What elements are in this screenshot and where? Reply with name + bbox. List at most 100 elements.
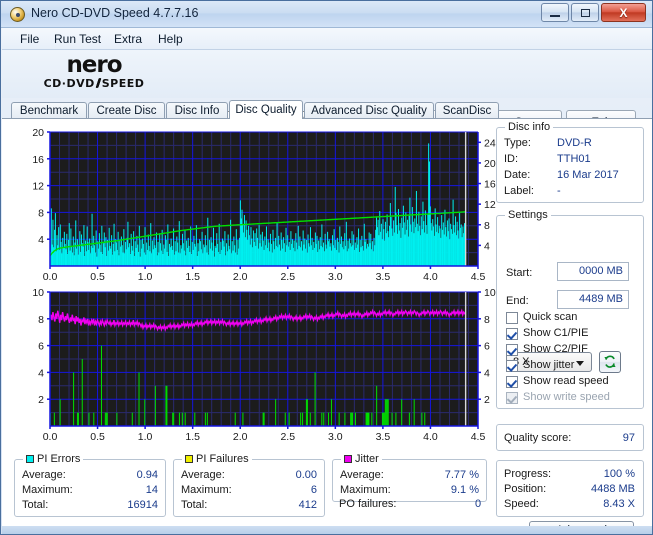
status-strip: [2, 526, 652, 534]
svg-text:20: 20: [32, 127, 44, 139]
show-c2-pif-checkbox-box[interactable]: [506, 344, 518, 356]
disc-date-value: 16 Mar 2017: [557, 169, 619, 181]
show-write-speed-label: Show write speed: [523, 391, 610, 403]
tab-scandisc[interactable]: ScanDisc: [435, 102, 499, 119]
pi-failures-total-value: 412: [298, 499, 317, 511]
speed-value: 8.43 X: [603, 498, 635, 510]
svg-text:8: 8: [38, 314, 44, 326]
nero-logo: nero CD·DVD SPEED: [24, 54, 164, 94]
svg-text:1.0: 1.0: [138, 271, 153, 283]
svg-text:3.5: 3.5: [376, 271, 391, 283]
tab-create-disc[interactable]: Create Disc: [88, 102, 165, 119]
svg-text:8: 8: [484, 220, 490, 232]
disc-date-key: Date:: [504, 169, 531, 181]
pi-errors-stats-title-text: PI Errors: [37, 453, 81, 465]
svg-text:24: 24: [484, 137, 496, 149]
end-address-value: 4489 MB: [578, 293, 623, 305]
svg-text:6: 6: [38, 341, 44, 353]
pi-failures-maximum-value: 6: [310, 484, 317, 496]
tab-benchmark-label: Benchmark: [19, 105, 79, 117]
show-write-speed-checkbox-box: [506, 392, 518, 404]
svg-text:0.5: 0.5: [90, 431, 105, 443]
pi-failures-stats-title-text: PI Failures: [196, 453, 249, 465]
show-c1-pie-label: Show C1/PIE: [523, 327, 589, 339]
svg-text:16: 16: [32, 154, 44, 166]
svg-text:4: 4: [38, 367, 44, 379]
svg-text:2.5: 2.5: [280, 271, 295, 283]
quality-score-value: 97: [622, 432, 635, 444]
start-address-field[interactable]: 0000 MB: [557, 262, 629, 281]
nero-logo-subtitle: CD·DVD SPEED: [24, 77, 164, 90]
quick-scan-checkbox-box[interactable]: [506, 312, 518, 324]
close-button[interactable]: X: [601, 3, 646, 22]
refresh-button[interactable]: [599, 351, 621, 373]
svg-text:12: 12: [32, 181, 44, 193]
svg-text:0.0: 0.0: [43, 431, 58, 443]
tab-disc-quality-label: Disc Quality: [235, 104, 297, 116]
jitter-maximum-key: Maximum:: [340, 484, 391, 496]
svg-text:8: 8: [38, 207, 44, 219]
tab-benchmark[interactable]: Benchmark: [11, 102, 87, 119]
toolbar: nero CD·DVDSPEED [0:0] BENQ DVD DD DW164…: [2, 50, 652, 135]
svg-text:3.5: 3.5: [376, 431, 391, 443]
tab-advanced-disc-quality[interactable]: Advanced Disc Quality: [304, 102, 434, 119]
minimize-button[interactable]: [541, 3, 569, 22]
maximize-icon: [572, 4, 598, 21]
disc-type-value: DVD-R: [557, 137, 592, 149]
pi-failures-stats-title: PI Failures: [182, 453, 252, 465]
pi-errors-chart-svg: 4 8 12 16 20 4 8 12 16 20 24 0.0 0.5 1.0 1.5 2.0 2.5 3.0 3…: [32, 127, 496, 283]
title-bar: Nero CD-DVD Speed 4.7.7.16 X: [1, 1, 652, 28]
tab-disc-info[interactable]: Disc Info: [166, 102, 228, 119]
menu-item-run-test[interactable]: Run Test: [48, 31, 107, 47]
disc-id-value: TTH01: [557, 153, 591, 165]
pi-failures-maximum-key: Maximum:: [181, 484, 232, 496]
quality-score-label: Quality score:: [504, 432, 572, 444]
menu-item-file[interactable]: File: [14, 31, 45, 47]
disc-label-value: -: [557, 185, 561, 197]
po-failures-key: PO failures:: [339, 498, 397, 510]
start-address-label: Start:: [506, 267, 533, 279]
po-failures-value: 0: [475, 498, 482, 510]
jitter-average-key: Average:: [340, 469, 384, 481]
menu-item-extra[interactable]: Extra: [108, 31, 148, 47]
pi-errors-maximum-key: Maximum:: [22, 484, 73, 496]
tab-create-disc-label: Create Disc: [96, 105, 157, 117]
pi-failures-average-key: Average:: [181, 469, 225, 481]
svg-text:8: 8: [484, 314, 490, 326]
quick-scan-label: Quick scan: [523, 311, 578, 323]
show-jitter-checkbox-box[interactable]: [506, 360, 518, 372]
tab-disc-info-label: Disc Info: [174, 105, 220, 117]
jitter-stats-title: Jitter: [341, 453, 382, 465]
show-read-speed-checkbox-box[interactable]: [506, 376, 518, 388]
pi-failures-jitter-chart-svg: 2 4 6 8 10 2 4 6 8 10 0.0 0.5 1.0 1.5 2.0 2.5 3.0 3.5 4.0 4…: [32, 287, 496, 443]
menu-item-help[interactable]: Help: [152, 31, 189, 47]
tab-disc-quality[interactable]: Disc Quality: [229, 100, 303, 119]
svg-text:0.0: 0.0: [43, 271, 58, 283]
chevron-down-icon: [576, 361, 584, 366]
jitter-legend-swatch: [344, 455, 352, 463]
svg-text:2.0: 2.0: [233, 431, 248, 443]
svg-text:4.5: 4.5: [471, 271, 486, 283]
close-icon: X: [619, 5, 628, 20]
svg-text:4: 4: [38, 234, 44, 246]
show-c1-pie-checkbox-box[interactable]: [506, 328, 518, 340]
progress-group: Progress: 100 % Position: 4488 MB Speed:…: [496, 460, 644, 517]
maximize-button[interactable]: [571, 3, 599, 22]
svg-text:10: 10: [32, 287, 44, 299]
pi-errors-legend-swatch: [26, 455, 34, 463]
svg-text:1.0: 1.0: [138, 431, 153, 443]
minimize-icon: [542, 4, 568, 21]
nero-logo-sub-left: CD·DVD: [43, 77, 95, 90]
svg-text:1.5: 1.5: [185, 271, 200, 283]
jitter-stats-group: Jitter Average: 7.77 % Maximum: 9.1 %: [332, 453, 487, 502]
nero-cd-dvd-speed-window: Nero CD-DVD Speed 4.7.7.16 X File Run Te…: [0, 0, 653, 535]
end-address-field[interactable]: 4489 MB: [557, 290, 629, 309]
tab-strip: Benchmark Create Disc Disc Info Disc Qua…: [11, 100, 644, 119]
pi-errors-total-value: 16914: [127, 499, 158, 511]
speed-key: Speed:: [504, 498, 539, 510]
window-title: Nero CD-DVD Speed 4.7.7.16: [31, 6, 199, 20]
position-key: Position:: [504, 483, 547, 495]
tab-scandisc-label: ScanDisc: [442, 105, 492, 117]
disc-label-key: Label:: [504, 185, 534, 197]
pi-errors-average-value: 0.94: [136, 469, 158, 481]
